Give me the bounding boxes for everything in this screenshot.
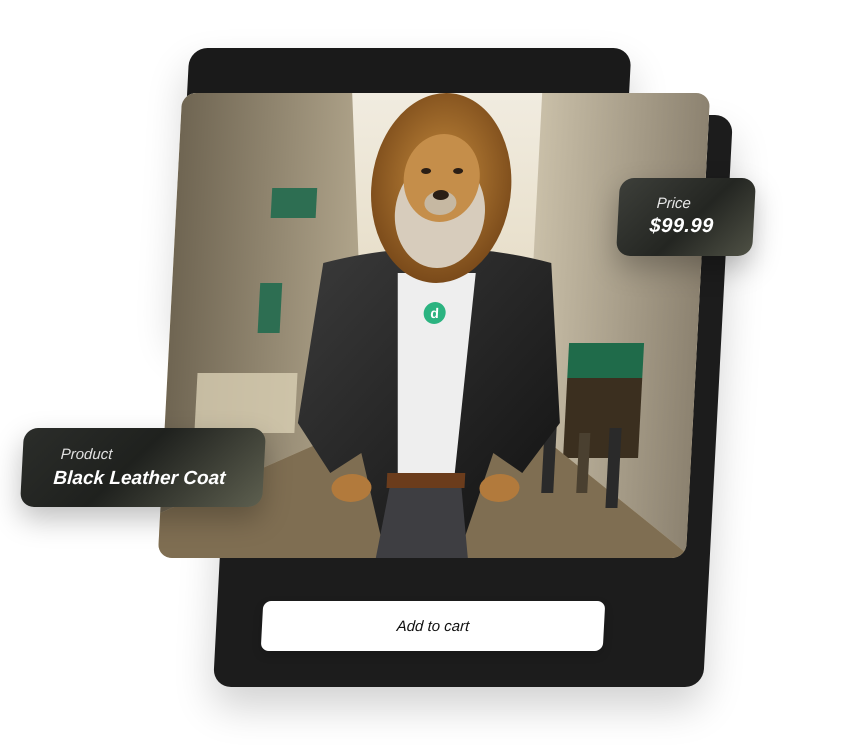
add-to-cart-button[interactable]: Add to cart — [260, 601, 606, 651]
price-value: $99.99 — [648, 215, 715, 237]
product-card: Product Black Leather Coat — [19, 428, 267, 507]
price-card: Price $99.99 — [615, 178, 757, 256]
product-label: Product — [60, 446, 113, 463]
shirt-logo: d — [430, 305, 439, 321]
product-name: Black Leather Coat — [52, 468, 227, 489]
price-label: Price — [656, 195, 692, 212]
